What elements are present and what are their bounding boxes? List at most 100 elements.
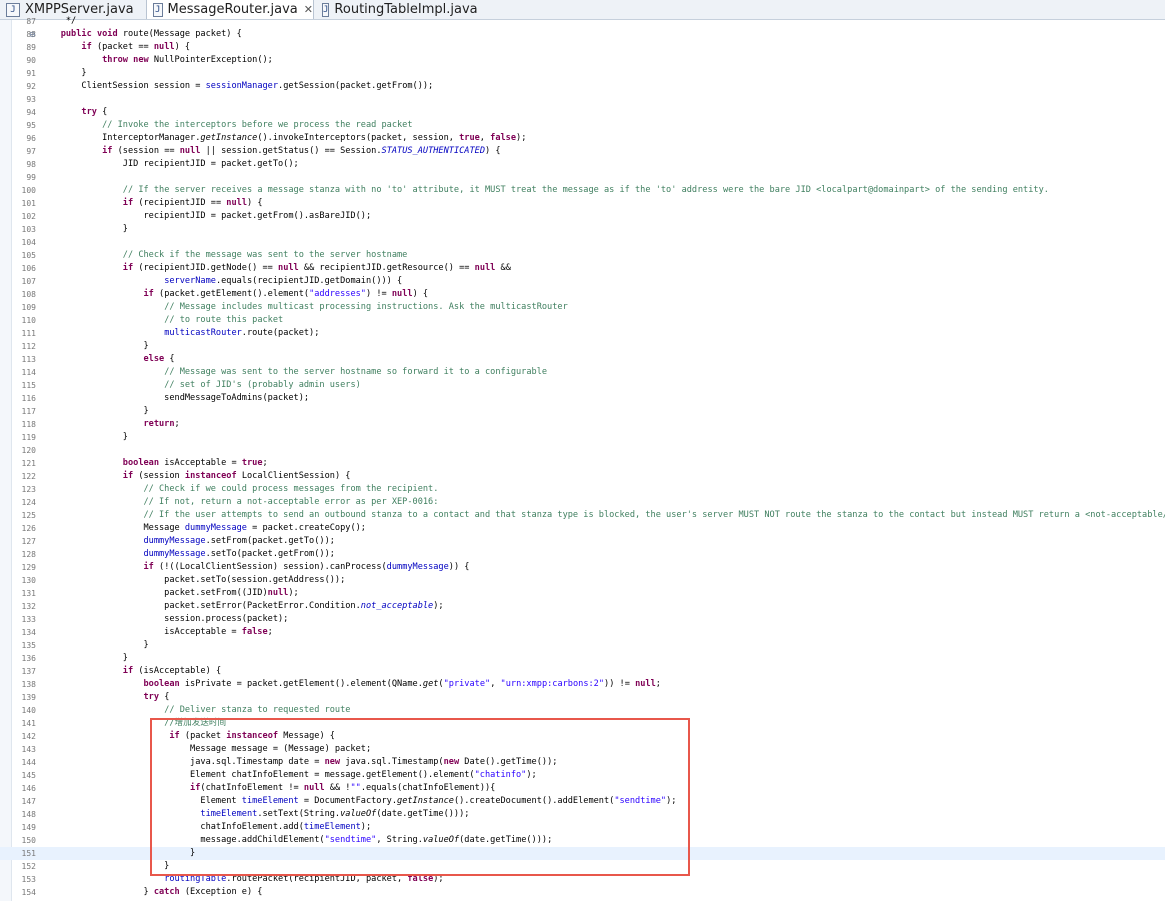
code-text: // If not, return a not-acceptable error…	[143, 497, 439, 507]
fold-collapse-icon[interactable]: ⊖	[29, 30, 36, 39]
code-lines[interactable]: 87 */88 ⊖ public void route(Message packe…	[0, 15, 1165, 899]
code-line[interactable]: 98 JID recipientJID = packet.getTo();	[0, 158, 1165, 171]
code-line[interactable]: 151 }	[0, 847, 1165, 860]
code-text: Element chatInfoElement = message.getEle…	[40, 770, 537, 780]
code-line[interactable]: 97 if (session == null || session.getSta…	[0, 145, 1165, 158]
code-line[interactable]: 104	[0, 236, 1165, 249]
code-text: }	[40, 432, 128, 442]
code-line[interactable]: 125 // If the user attempts to send an o…	[0, 509, 1165, 522]
code-line[interactable]: 123 // Check if we could process message…	[0, 483, 1165, 496]
code-line[interactable]: 94 try {	[0, 106, 1165, 119]
code-line[interactable]: 96 InterceptorManager.getInstance().invo…	[0, 132, 1165, 145]
code-text: try {	[81, 107, 108, 117]
code-line[interactable]: 89 if (packet == null) {	[0, 41, 1165, 54]
code-line[interactable]: 112 }	[0, 340, 1165, 353]
code-text: session.process(packet);	[40, 614, 289, 624]
code-line[interactable]: 105 // Check if the message was sent to …	[0, 249, 1165, 262]
code-line[interactable]: 114 // Message was sent to the server ho…	[0, 366, 1165, 379]
code-line[interactable]: 128 dummyMessage.setTo(packet.getFrom())…	[0, 548, 1165, 561]
line-number: 106	[21, 264, 36, 273]
line-number: 122	[21, 472, 36, 481]
code-line[interactable]: 140 // Deliver stanza to requested route	[0, 704, 1165, 717]
code-line[interactable]: 141 //增加发送时间	[0, 717, 1165, 730]
code-text: }	[40, 224, 128, 234]
code-line[interactable]: 93	[0, 93, 1165, 106]
code-line[interactable]: 108 if (packet.getElement().element("add…	[0, 288, 1165, 301]
code-line[interactable]: 109 // Message includes multicast proces…	[0, 301, 1165, 314]
code-line[interactable]: 90 throw new NullPointerException();	[0, 54, 1165, 67]
code-line[interactable]: 110 // to route this packet	[0, 314, 1165, 327]
code-text: else {	[143, 354, 175, 364]
code-line[interactable]: 113 else {	[0, 353, 1165, 366]
code-text: routingTable.routePacket(recipientJID, p…	[164, 874, 444, 884]
code-line[interactable]: 132 packet.setError(PacketError.Conditio…	[0, 600, 1165, 613]
code-line[interactable]: 143 Message message = (Message) packet;	[0, 743, 1165, 756]
code-line[interactable]: 87 */	[0, 15, 1165, 28]
code-line[interactable]: 144 java.sql.Timestamp date = new java.s…	[0, 756, 1165, 769]
code-line[interactable]: 129 if (!((LocalClientSession) session).…	[0, 561, 1165, 574]
code-text: } catch (Exception e) {	[40, 887, 263, 897]
code-line[interactable]: 121 boolean isAcceptable = true;	[0, 457, 1165, 470]
code-line[interactable]: 118 return;	[0, 418, 1165, 431]
code-text: JID recipientJID = packet.getTo();	[40, 159, 299, 169]
code-line[interactable]: 133 session.process(packet);	[0, 613, 1165, 626]
code-line[interactable]: 106 if (recipientJID.getNode() == null &…	[0, 262, 1165, 275]
code-text: dummyMessage.setTo(packet.getFrom());	[143, 549, 335, 559]
line-number: 109	[21, 303, 36, 312]
code-line[interactable]: 127 dummyMessage.setFrom(packet.getTo())…	[0, 535, 1165, 548]
line-number: 100	[21, 186, 36, 195]
code-text: public void route(Message packet) {	[60, 29, 242, 39]
code-line[interactable]: 117 }	[0, 405, 1165, 418]
code-line[interactable]: 115 // set of JID's (probably admin user…	[0, 379, 1165, 392]
code-line[interactable]: 150 message.addChildElement("sendtime", …	[0, 834, 1165, 847]
line-number: 151	[21, 849, 36, 858]
code-line[interactable]: 91 }	[0, 67, 1165, 80]
code-line[interactable]: 152 }	[0, 860, 1165, 873]
code-line[interactable]: 92 ClientSession session = sessionManage…	[0, 80, 1165, 93]
code-line[interactable]: 138 boolean isPrivate = packet.getElemen…	[0, 678, 1165, 691]
code-line[interactable]: 147 Element timeElement = DocumentFactor…	[0, 795, 1165, 808]
code-line[interactable]: 126 Message dummyMessage = packet.create…	[0, 522, 1165, 535]
code-line[interactable]: 116 sendMessageToAdmins(packet);	[0, 392, 1165, 405]
code-line[interactable]: 154 } catch (Exception e) {	[0, 886, 1165, 899]
line-number: 147	[21, 797, 36, 806]
code-line[interactable]: 136 }	[0, 652, 1165, 665]
code-line[interactable]: 139 try {	[0, 691, 1165, 704]
line-number: 144	[21, 758, 36, 767]
code-line[interactable]: 148 timeElement.setText(String.valueOf(d…	[0, 808, 1165, 821]
code-line[interactable]: 107 serverName.equals(recipientJID.getDo…	[0, 275, 1165, 288]
code-line[interactable]: 99	[0, 171, 1165, 184]
code-text: if (packet == null) {	[81, 42, 191, 52]
code-line[interactable]: 124 // If not, return a not-acceptable e…	[0, 496, 1165, 509]
code-line[interactable]: 100 // If the server receives a message …	[0, 184, 1165, 197]
code-line[interactable]: 149 chatInfoElement.add(timeElement);	[0, 821, 1165, 834]
code-line[interactable]: 134 isAcceptable = false;	[0, 626, 1165, 639]
code-line[interactable]: 111 multicastRouter.route(packet);	[0, 327, 1165, 340]
line-number: 130	[21, 576, 36, 585]
code-line[interactable]: 120	[0, 444, 1165, 457]
line-number: 137	[21, 667, 36, 676]
code-line[interactable]: 130 packet.setTo(session.getAddress());	[0, 574, 1165, 587]
code-text: // set of JID's (probably admin users)	[164, 380, 361, 390]
code-line[interactable]: 146 if(chatInfoElement != null && !"".eq…	[0, 782, 1165, 795]
code-text: }	[40, 640, 149, 650]
code-line[interactable]: 145 Element chatInfoElement = message.ge…	[0, 769, 1165, 782]
code-line[interactable]: 122 if (session instanceof LocalClientSe…	[0, 470, 1165, 483]
code-text: // If the user attempts to send an outbo…	[143, 510, 1165, 520]
code-line[interactable]: 95 // Invoke the interceptors before we …	[0, 119, 1165, 132]
code-line[interactable]: 88 ⊖ public void route(Message packet) {	[0, 28, 1165, 41]
code-line[interactable]: 142 if (packet instanceof Message) {	[0, 730, 1165, 743]
code-line[interactable]: 103 }	[0, 223, 1165, 236]
line-number: 98	[26, 160, 36, 169]
code-line[interactable]: 102 recipientJID = packet.getFrom().asBa…	[0, 210, 1165, 223]
line-number: 87	[26, 17, 36, 26]
code-line[interactable]: 137 if (isAcceptable) {	[0, 665, 1165, 678]
code-line[interactable]: 131 packet.setFrom((JID)null);	[0, 587, 1165, 600]
code-editor[interactable]: 87 */88 ⊖ public void route(Message packe…	[0, 16, 1165, 901]
code-line[interactable]: 119 }	[0, 431, 1165, 444]
code-line[interactable]: 135 }	[0, 639, 1165, 652]
line-number: 95	[26, 121, 36, 130]
code-text: if (packet instanceof Message) {	[169, 731, 335, 741]
code-line[interactable]: 101 if (recipientJID == null) {	[0, 197, 1165, 210]
code-line[interactable]: 153 routingTable.routePacket(recipientJI…	[0, 873, 1165, 886]
